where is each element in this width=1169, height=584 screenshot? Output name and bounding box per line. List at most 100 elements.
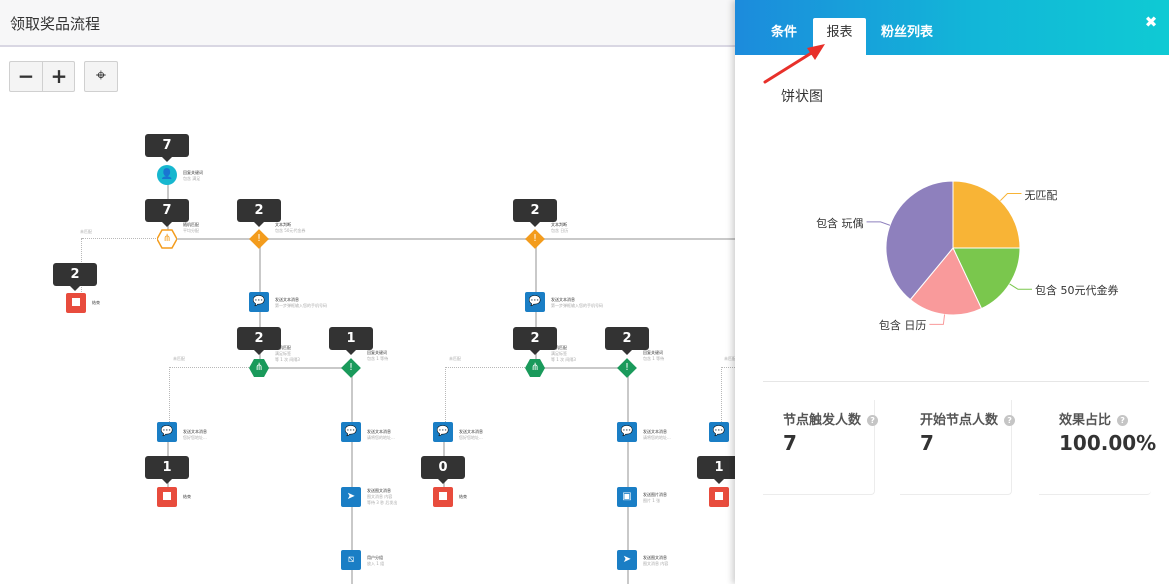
node-send-text[interactable]: 💬: [157, 422, 177, 442]
stat-label-triggered: 节点触发人数?: [783, 409, 879, 428]
node-send-text-glyph: 💬: [344, 426, 358, 437]
edge-line: [259, 367, 352, 369]
flow-canvas[interactable]: 👤 回复关键词 包含 满足 ⋔ 随机匹配 平均分配! 文本判断 包含 50元代金券! 文本判断包…: [0, 49, 735, 584]
node-random-match[interactable]: ⋔: [156, 229, 178, 249]
edge-label-not-matched: 未匹配: [80, 229, 92, 234]
pie-leader-3: [866, 221, 891, 226]
edge-dotted: [446, 367, 535, 368]
help-icon[interactable]: ?: [867, 415, 879, 426]
node-send-text[interactable]: 💬: [709, 422, 729, 442]
pie-leader-0: [1000, 193, 1022, 201]
app-root: 领取奖品流程 👤 回复关键词 包含 满足 ⋔ 随机匹配 平均分配! 文本判断 包含 50元代金…: [0, 0, 1169, 584]
stat-card-start: 开始节点人数? 7: [900, 400, 1016, 495]
node-text-judge-glyph: !: [532, 233, 537, 244]
node-end[interactable]: [157, 487, 177, 507]
pie-leader-2: [929, 314, 946, 325]
center-view-button-wrap: ⌖: [84, 61, 118, 92]
node-send-text-glyph: 💬: [528, 296, 542, 307]
stats-divider: [763, 381, 1149, 382]
stat-value-triggered: 7: [783, 431, 797, 455]
stat-label-ratio: 效果占比?: [1059, 409, 1129, 428]
count-badge: 1: [329, 327, 373, 355]
node-text: 发送文本消息 您好您地址...: [459, 429, 483, 440]
stat-label-triggered-text: 节点触发人数: [783, 413, 862, 428]
node-end[interactable]: [433, 487, 453, 507]
node-send-image[interactable]: ▣: [617, 487, 637, 507]
edge-label-not-matched: 未匹配: [449, 356, 461, 361]
node-random-match[interactable]: ⋔: [249, 358, 269, 378]
node-send-text-glyph: 💬: [620, 426, 634, 437]
edge-dotted: [722, 367, 735, 368]
zoom-in-button[interactable]: +: [43, 62, 75, 91]
node-text: 发送文本消息 第一步弹框输入您的手机号码: [275, 297, 327, 308]
stat-value-ratio: 100.00%: [1059, 431, 1157, 455]
node-keyword-reply-glyph: !: [624, 362, 629, 373]
node-text: 发送图片消息 图片 1 张: [643, 492, 667, 503]
count-badge: 2: [237, 327, 281, 355]
node-user-group-glyph: ⧅: [347, 554, 355, 565]
node-send-news-glyph: ➤: [346, 491, 356, 502]
node-text: 回复关键词 包含 1 等待: [643, 350, 665, 361]
pie-label-0: 无匹配: [1024, 188, 1058, 202]
node-text: 随机匹配 平均分配: [183, 222, 199, 233]
node-text: 结束: [183, 494, 191, 499]
node-send-text[interactable]: 💬: [249, 292, 269, 312]
count-badge: 0: [421, 456, 465, 484]
node-text: 发送文本消息 第一步弹框输入您的手机号码: [551, 297, 603, 308]
node-text-judge-glyph: !: [256, 233, 261, 244]
zoom-button-group: − +: [9, 61, 75, 92]
count-badge: 1: [697, 456, 735, 484]
node-send-text-glyph: 💬: [712, 426, 726, 437]
node-random-match-glyph: ⋔: [254, 362, 264, 373]
node-end[interactable]: [709, 487, 729, 507]
node-end[interactable]: [66, 293, 86, 313]
stat-card-ratio: 效果占比? 100.00%: [1039, 400, 1156, 495]
count-badge: 7: [145, 199, 189, 227]
node-user-start[interactable]: 👤: [157, 165, 177, 185]
edge-label-not-matched: 未匹配: [724, 356, 735, 361]
zoom-out-button[interactable]: −: [10, 62, 42, 91]
node-send-text-glyph: 💬: [160, 426, 174, 437]
pie-label-3: 包含 玩偶: [816, 216, 864, 230]
center-view-button[interactable]: ⌖: [85, 62, 117, 91]
node-send-text[interactable]: 💬: [341, 422, 361, 442]
count-badge: 2: [605, 327, 649, 355]
pie-leader-1: [1009, 283, 1033, 290]
node-send-news[interactable]: ➤: [617, 550, 637, 570]
stat-label-start: 开始节点人数?: [920, 409, 1016, 428]
node-end-glyph: [709, 487, 729, 507]
report-panel: 条件 报表 粉丝列表 ✖ 饼状图 无匹配 包含 50元代金券 包含 日历 包含 玩偶 …: [735, 0, 1169, 584]
node-text-judge[interactable]: !: [249, 229, 269, 249]
node-send-news-glyph: ➤: [622, 554, 632, 565]
node-text: 发送图文消息 图文消息 内容 等待 3 秒 后发出: [367, 488, 398, 505]
help-icon[interactable]: ?: [1117, 415, 1129, 426]
edge-line: [535, 367, 628, 369]
count-badge: 2: [237, 199, 281, 227]
node-user-group[interactable]: ⧅: [341, 550, 361, 570]
help-icon[interactable]: ?: [1004, 415, 1016, 426]
edge-dotted: [170, 367, 259, 368]
node-keyword-reply[interactable]: !: [341, 358, 361, 378]
node-text: 发送图文消息 图文消息 内容: [643, 555, 669, 566]
node-random-match[interactable]: ⋔: [525, 358, 545, 378]
node-send-news[interactable]: ➤: [341, 487, 361, 507]
node-text: 发送文本消息 您好您地址...: [183, 429, 207, 440]
node-text: 回复关键词 包含 1 等待: [367, 350, 389, 361]
node-text: 文本判断 包含 日历: [551, 222, 569, 233]
node-end-glyph: [66, 293, 86, 313]
stat-label-ratio-text: 效果占比: [1059, 413, 1112, 428]
node-text: 回复关键词 包含 满足: [183, 170, 203, 181]
node-keyword-reply-glyph: !: [348, 362, 353, 373]
pie-label-2: 包含 日历: [878, 319, 927, 333]
node-text-judge[interactable]: !: [525, 229, 545, 249]
count-badge: 7: [145, 134, 189, 162]
node-keyword-reply[interactable]: !: [617, 358, 637, 378]
node-send-text[interactable]: 💬: [525, 292, 545, 312]
node-end-glyph: [433, 487, 453, 507]
edge-dotted: [82, 238, 168, 239]
node-send-text[interactable]: 💬: [433, 422, 453, 442]
node-send-text[interactable]: 💬: [617, 422, 637, 442]
node-send-text-glyph: 💬: [436, 426, 450, 437]
node-user-start-glyph: 👤: [160, 169, 174, 180]
count-badge: 2: [53, 263, 97, 291]
